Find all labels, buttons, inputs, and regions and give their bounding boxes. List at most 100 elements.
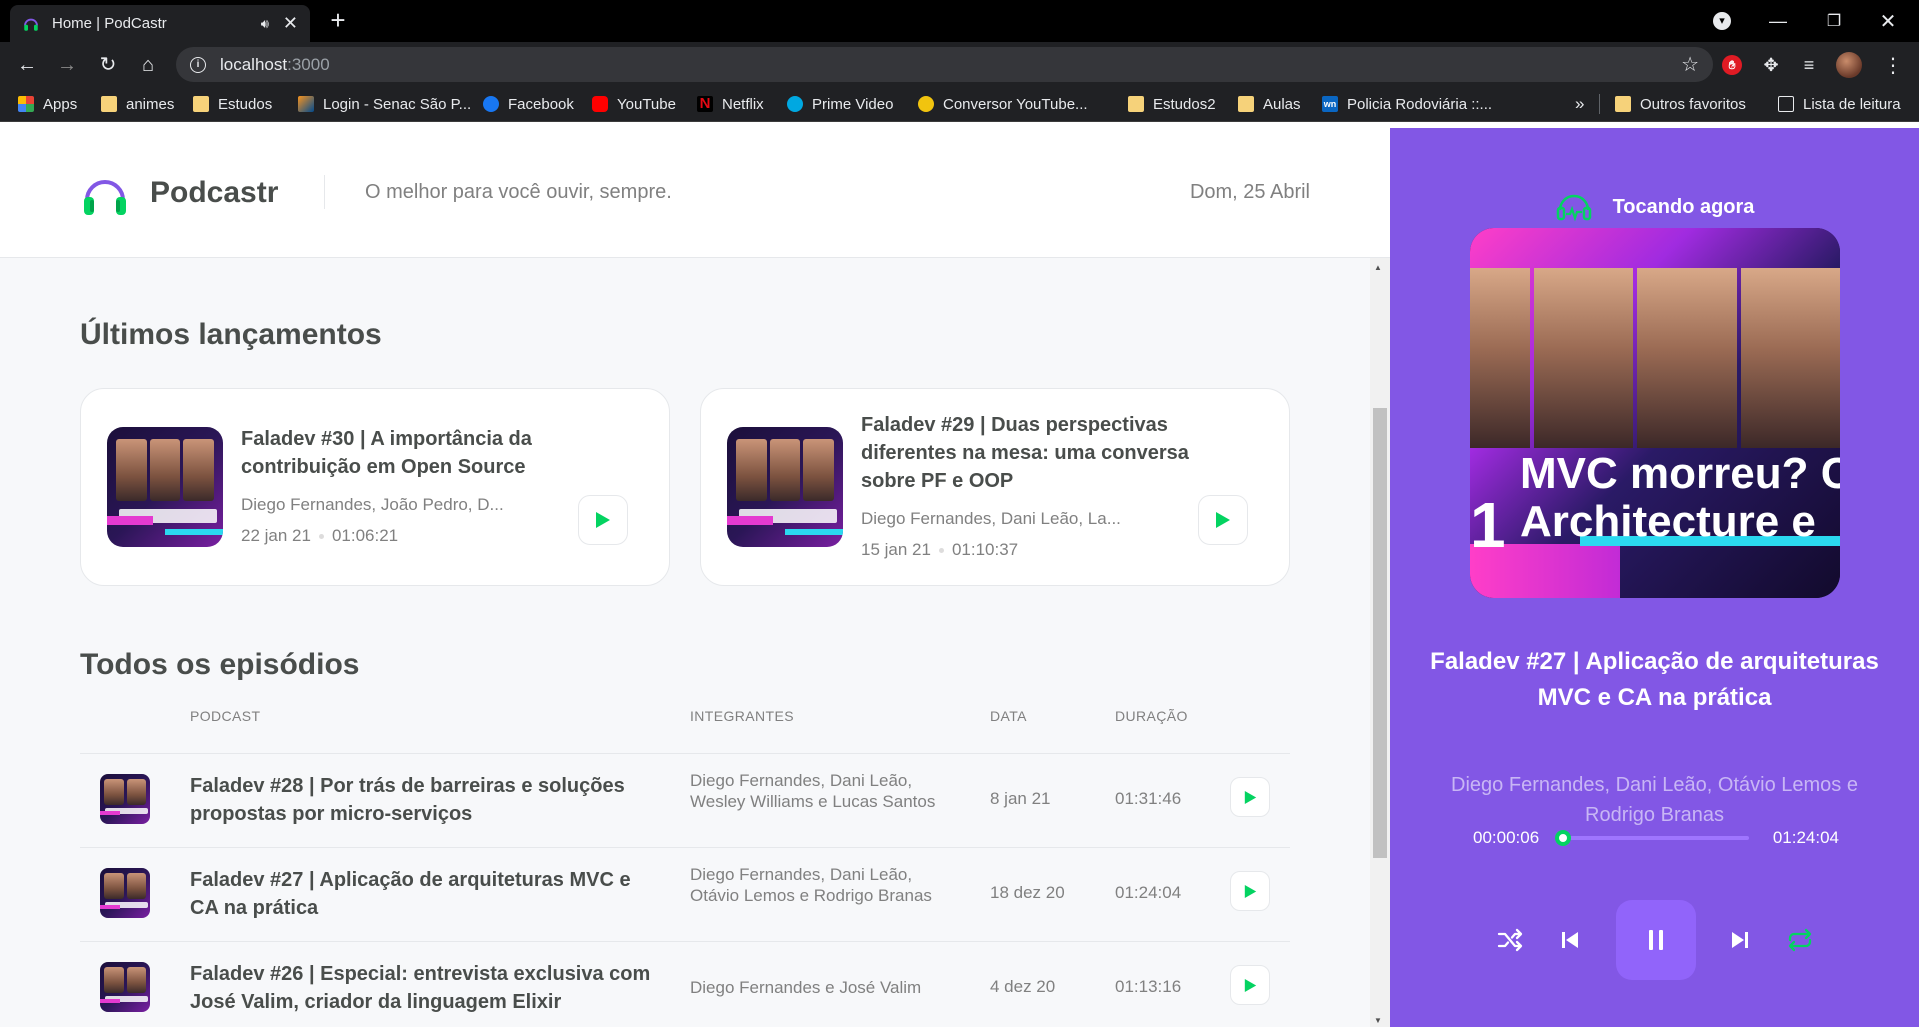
playing-episode-members: Diego Fernandes, Dani Leão, Otávio Lemos…: [1451, 774, 1858, 826]
play-episode-button[interactable]: [1230, 871, 1270, 911]
episode-title-link[interactable]: Faladev #26 | Especial: entrevista exclu…: [190, 960, 660, 1016]
window-restore-button[interactable]: ❐: [1814, 0, 1854, 42]
now-playing-label: Tocando agora: [1612, 195, 1755, 218]
episode-title-link[interactable]: Faladev #29 | Duas perspectivas diferent…: [861, 411, 1201, 495]
headphones-logo-icon: [84, 180, 126, 215]
url-text[interactable]: localhost:3000: [220, 55, 1681, 75]
profile-avatar[interactable]: [1836, 52, 1862, 78]
bookmarks-divider: [1599, 94, 1600, 114]
play-episode-button[interactable]: [578, 495, 628, 545]
previous-button[interactable]: [1554, 924, 1586, 956]
scroll-up-arrow-icon[interactable]: ▲: [1374, 263, 1382, 272]
play-episode-button[interactable]: [1230, 777, 1270, 817]
bookmark-label: YouTube: [617, 95, 676, 113]
tab-search-button[interactable]: ▾: [1706, 0, 1738, 42]
latest-episode-card: Faladev #29 | Duas perspectivas diferent…: [700, 388, 1290, 586]
player-panel: Tocando agora 1 MVC morreu? C Architectur…: [1390, 128, 1919, 1027]
home-icon[interactable]: ⌂: [133, 50, 163, 80]
reload-icon[interactable]: ↻: [93, 50, 123, 80]
app-header: Podcastr O melhor para você ouvir, sempr…: [0, 128, 1390, 258]
scrollbar-thumb[interactable]: [1373, 408, 1387, 858]
page-scrollbar[interactable]: ▲ ▼: [1370, 258, 1390, 1027]
episode-title-link[interactable]: Faladev #28 | Por trás de barreiras e so…: [190, 772, 660, 828]
column-header-date: Data: [990, 708, 1027, 724]
window-close-button[interactable]: ✕: [1868, 0, 1908, 42]
facebook-icon: [483, 96, 499, 112]
browser-menu-icon[interactable]: ⋮: [1880, 52, 1906, 78]
site-info-icon[interactable]: i: [190, 56, 206, 73]
bookmark-item[interactable]: Estudos: [193, 94, 272, 114]
bookmark-item[interactable]: YouTube: [592, 94, 676, 114]
play-icon: [596, 512, 610, 528]
tab-title: Home | PodCastr: [52, 15, 167, 32]
progress-handle[interactable]: [1555, 830, 1572, 846]
bookmark-item[interactable]: Prime Video: [787, 94, 893, 114]
bookmark-item[interactable]: N Netflix: [697, 94, 764, 114]
episode-date: 18 dez 20: [990, 883, 1065, 902]
bookmark-label: Facebook: [508, 95, 574, 113]
episode-date: 22 jan 21: [241, 526, 311, 545]
total-time: 01:24:04: [1772, 828, 1839, 847]
now-playing-header: Tocando agora: [1390, 192, 1919, 222]
bookmark-label: Netflix: [722, 95, 764, 113]
bookmark-label: Conversor YouTube...: [943, 95, 1088, 113]
bookmarks-overflow-icon[interactable]: »: [1575, 94, 1584, 114]
bookmark-star-icon[interactable]: ☆: [1681, 52, 1699, 77]
bookmark-item[interactable]: Facebook: [483, 94, 574, 114]
prf-icon: wn: [1322, 96, 1338, 112]
shuffle-button[interactable]: [1494, 924, 1526, 956]
bookmark-item[interactable]: wn Policia Rodoviária ::...: [1322, 94, 1492, 114]
episode-date: 4 dez 20: [990, 977, 1056, 996]
window-minimize-button[interactable]: —: [1758, 0, 1798, 42]
play-episode-button[interactable]: [1230, 965, 1270, 1005]
tab-close-icon[interactable]: ✕: [283, 13, 298, 34]
podcastr-app: Podcastr O melhor para você ouvir, sempr…: [0, 128, 1919, 1027]
cover-text-line2: Architecture e: [1520, 497, 1816, 546]
repeat-button[interactable]: [1784, 924, 1816, 956]
back-arrow-icon[interactable]: ←: [12, 50, 42, 80]
bookmark-item[interactable]: animes: [101, 94, 174, 114]
meta-dot: [938, 548, 944, 554]
episode-members: Diego Fernandes, Dani Leão, Wesley Willi…: [690, 771, 936, 811]
scroll-down-arrow-icon[interactable]: ▼: [1374, 1016, 1382, 1025]
episode-meta: 15 jan 21 01:10:37: [861, 540, 1018, 560]
extension-red-icon[interactable]: ✋︎: [1719, 52, 1745, 78]
pause-button[interactable]: [1616, 900, 1696, 980]
browser-tab-active[interactable]: Home | PodCastr 🔊︎ ✕: [10, 5, 310, 42]
next-button[interactable]: [1724, 924, 1756, 956]
bookmark-item[interactable]: Estudos2: [1128, 94, 1216, 114]
play-episode-button[interactable]: [1198, 495, 1248, 545]
extensions-puzzle-icon[interactable]: ✥: [1758, 52, 1784, 78]
episode-meta: 22 jan 21 01:06:21: [241, 526, 398, 546]
converter-icon: [918, 96, 934, 112]
header-divider: [324, 175, 325, 209]
headphones-favicon-icon: [24, 18, 38, 31]
tab-audio-icon[interactable]: 🔊︎: [261, 16, 269, 32]
episode-thumbnail: [727, 427, 843, 547]
bookmark-label: Policia Rodoviária ::...: [1347, 95, 1493, 113]
skip-next-icon: [1732, 932, 1748, 948]
prime-video-icon: [787, 96, 803, 112]
bookmark-item[interactable]: Conversor YouTube...: [918, 94, 1088, 114]
address-bar[interactable]: i localhost:3000 ☆: [176, 47, 1713, 82]
bookmark-item[interactable]: Apps: [18, 94, 77, 114]
reading-list-button[interactable]: Lista de leitura: [1778, 94, 1901, 114]
episode-duration: 01:10:37: [951, 540, 1019, 559]
episode-title-link[interactable]: Faladev #27 | Aplicação de arquiteturas …: [190, 866, 660, 922]
other-favorites-folder[interactable]: Outros favoritos: [1615, 94, 1746, 114]
senac-icon: [298, 96, 314, 112]
new-tab-button[interactable]: +: [324, 6, 352, 34]
episode-members: Diego Fernandes e José Valim: [690, 978, 922, 997]
progress-slider[interactable]: [1555, 830, 1749, 846]
episode-title-link[interactable]: Faladev #30 | A importância da contribui…: [241, 425, 581, 481]
playing-episode-title: Faladev #27 | Aplicação de arquiteturas …: [1430, 648, 1879, 711]
bookmark-item[interactable]: Aulas: [1238, 94, 1301, 114]
meta-dot: [318, 534, 324, 540]
media-control-icon[interactable]: ≡: [1796, 52, 1822, 78]
folder-icon: [1615, 96, 1631, 112]
episode-thumbnail: [107, 427, 223, 547]
bookmark-item[interactable]: Login - Senac São P...: [298, 94, 471, 114]
forward-arrow-icon[interactable]: →: [52, 50, 82, 80]
bookmark-label: animes: [126, 95, 175, 113]
browser-tab-strip: Home | PodCastr 🔊︎ ✕ + ▾ — ❐ ✕: [0, 0, 1919, 42]
